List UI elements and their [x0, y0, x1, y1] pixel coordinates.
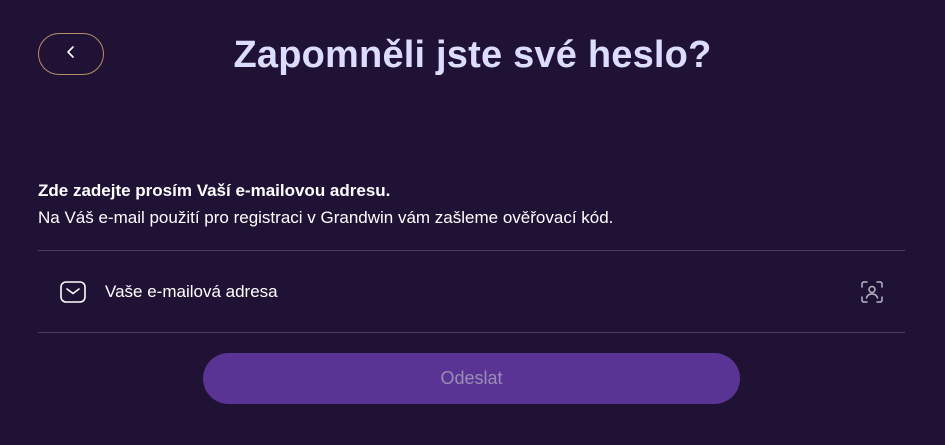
face-id-icon[interactable]: [860, 280, 884, 304]
instructions: Zde zadejte prosím Vaší e-mailovou adres…: [38, 177, 908, 231]
page-title: Zapomněli jste své heslo?: [233, 34, 712, 76]
divider-bottom: [38, 332, 905, 333]
forgot-password-page: Zapomněli jste své heslo? Zde zadejte pr…: [0, 0, 945, 445]
email-field-row[interactable]: [38, 251, 905, 332]
instructions-line-1: Zde zadejte prosím Vaší e-mailovou adres…: [38, 181, 391, 200]
email-input[interactable]: [105, 276, 860, 307]
instructions-line-2: Na Váš e-mail použití pro registraci v G…: [38, 208, 614, 227]
envelope-icon: [59, 280, 87, 304]
submit-button[interactable]: Odeslat: [203, 353, 740, 404]
